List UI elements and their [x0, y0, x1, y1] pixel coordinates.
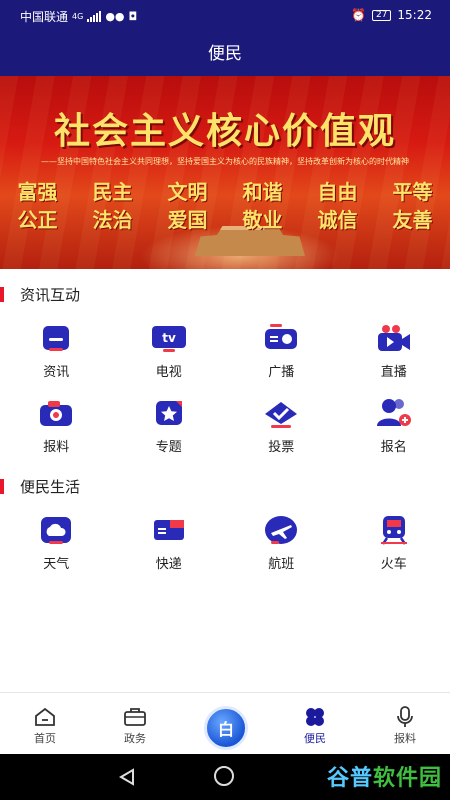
system-nav-bar: 谷普软件园 — [0, 754, 450, 800]
status-bar: 中国联通 4G ●● ◘ ⏰ 27 15:22 — [0, 0, 450, 32]
grid-item-label: 报名 — [380, 440, 407, 455]
grid-item-label: 直播 — [380, 365, 407, 380]
nav-label: 首页 — [34, 732, 56, 745]
banner-value: 自由 — [317, 180, 358, 204]
banner-values-row-2: 公正 法治 爱国 敬业 诚信 友善 — [0, 204, 450, 233]
grid-item-weather[interactable]: 天气 — [0, 515, 113, 590]
banner-value: 法治 — [92, 208, 133, 232]
grid-item-signup[interactable]: 报名 — [338, 398, 450, 473]
section-header-life: 便民生活 — [0, 472, 450, 500]
banner-value: 和谐 — [242, 180, 283, 204]
grid-item-label: 天气 — [43, 557, 70, 572]
home-icon — [33, 705, 57, 729]
banner-values-row-1: 富强 民主 文明 和谐 自由 平等 — [0, 176, 450, 205]
notification-icon: ◘ — [128, 10, 138, 23]
grid-item-label: 资讯 — [43, 365, 70, 380]
grid-item-label: 报料 — [43, 440, 70, 455]
grid-item-label: 广播 — [268, 365, 295, 380]
microphone-icon — [393, 705, 417, 729]
vote-check-icon — [263, 398, 299, 428]
banner-value: 文明 — [167, 180, 208, 204]
news-icon — [38, 323, 74, 353]
section-accent-bar — [0, 479, 4, 494]
grid-item-label: 航班 — [268, 557, 295, 572]
nav-label: 便民 — [304, 732, 326, 745]
nav-item-government[interactable]: 政务 — [90, 693, 180, 755]
watermark: 谷普软件园 — [327, 760, 442, 792]
airplane-icon — [263, 515, 299, 545]
banner-value: 诚信 — [317, 208, 358, 232]
banner-subtitle: ——坚持中国特色社会主义共同理想，坚持爱国主义为核心的民族精神，坚持改革创新为核… — [41, 157, 409, 166]
section-header-info: 资讯互动 — [0, 280, 450, 308]
grid-item-label: 专题 — [155, 440, 182, 455]
camera-icon — [38, 398, 74, 428]
page-title: 便民 — [0, 32, 450, 76]
banner-value: 爱国 — [167, 208, 208, 232]
section-title: 资讯互动 — [20, 286, 81, 304]
user-add-icon — [376, 398, 412, 428]
radio-icon — [263, 323, 299, 353]
banner-value: 敬业 — [242, 208, 283, 232]
banner-title: 社会主义核心价值观 — [53, 110, 396, 152]
grid-item-radio[interactable]: 广播 — [225, 323, 338, 398]
battery-icon: 27 — [371, 9, 392, 21]
carrier-name: 中国联通 — [20, 10, 69, 24]
watermark-part-b: 软件园 — [372, 766, 442, 791]
banner-value: 友善 — [392, 208, 433, 232]
home-circle-icon[interactable] — [214, 766, 234, 786]
grid-item-label: 电视 — [155, 365, 182, 380]
nav-item-home[interactable]: 首页 — [0, 693, 90, 755]
banner-value: 富强 — [17, 180, 58, 204]
banner-value: 公正 — [17, 208, 58, 232]
section-accent-bar — [0, 287, 4, 302]
delivery-truck-icon — [151, 515, 187, 545]
grid-item-vote[interactable]: 投票 — [225, 398, 338, 473]
grid-item-label: 火车 — [380, 557, 407, 572]
status-right: ⏰ 27 15:22 — [351, 8, 432, 22]
grid-item-flight[interactable]: 航班 — [225, 515, 338, 590]
star-topic-icon — [151, 398, 187, 428]
center-action-button[interactable]: 白 — [204, 706, 248, 750]
grid-item-topic[interactable]: 专题 — [113, 398, 226, 473]
nav-label: 政务 — [124, 732, 146, 745]
briefcase-icon — [123, 705, 147, 729]
info-grid: 资讯 tv 电视 广播 直播 报料 专题 投票 报名 — [0, 323, 450, 473]
nav-item-report[interactable]: 报料 — [360, 693, 450, 755]
grid-item-report[interactable]: 报料 — [0, 398, 113, 473]
center-logo-glyph: 白 — [217, 720, 234, 739]
back-icon[interactable] — [118, 768, 136, 790]
watermark-part-a: 谷普 — [326, 766, 373, 791]
clover-icon — [303, 705, 327, 729]
grid-item-live[interactable]: 直播 — [338, 323, 450, 398]
clock: 15:22 — [397, 8, 432, 22]
cloud-icon — [38, 515, 74, 545]
banner-image[interactable]: 社会主义核心价值观 ——坚持中国特色社会主义共同理想，坚持爱国主义为核心的民族精… — [0, 76, 450, 269]
grid-item-label: 快递 — [155, 557, 182, 572]
live-video-icon — [376, 323, 412, 353]
svg-text:tv: tv — [162, 331, 176, 345]
tv-icon: tv — [151, 323, 187, 353]
network-type: 4G — [72, 12, 84, 21]
section-title: 便民生活 — [20, 478, 81, 496]
grid-item-express[interactable]: 快递 — [113, 515, 226, 590]
status-left: 中国联通 4G ●● ◘ — [20, 8, 137, 25]
grid-item-train[interactable]: 火车 — [338, 515, 450, 590]
signal-icon — [87, 11, 102, 22]
nav-label: 报料 — [394, 732, 416, 745]
alarm-icon: ⏰ — [351, 8, 366, 22]
train-icon — [376, 515, 412, 545]
grid-item-tv[interactable]: tv 电视 — [113, 323, 226, 398]
banner-value: 民主 — [92, 180, 133, 204]
nav-item-convenience[interactable]: 便民 — [270, 693, 360, 755]
life-grid: 天气 快递 航班 火车 — [0, 515, 450, 590]
wechat-icon: ●● — [105, 10, 125, 23]
banner-value: 平等 — [392, 180, 433, 204]
grid-item-label: 投票 — [268, 440, 295, 455]
grid-item-news[interactable]: 资讯 — [0, 323, 113, 398]
